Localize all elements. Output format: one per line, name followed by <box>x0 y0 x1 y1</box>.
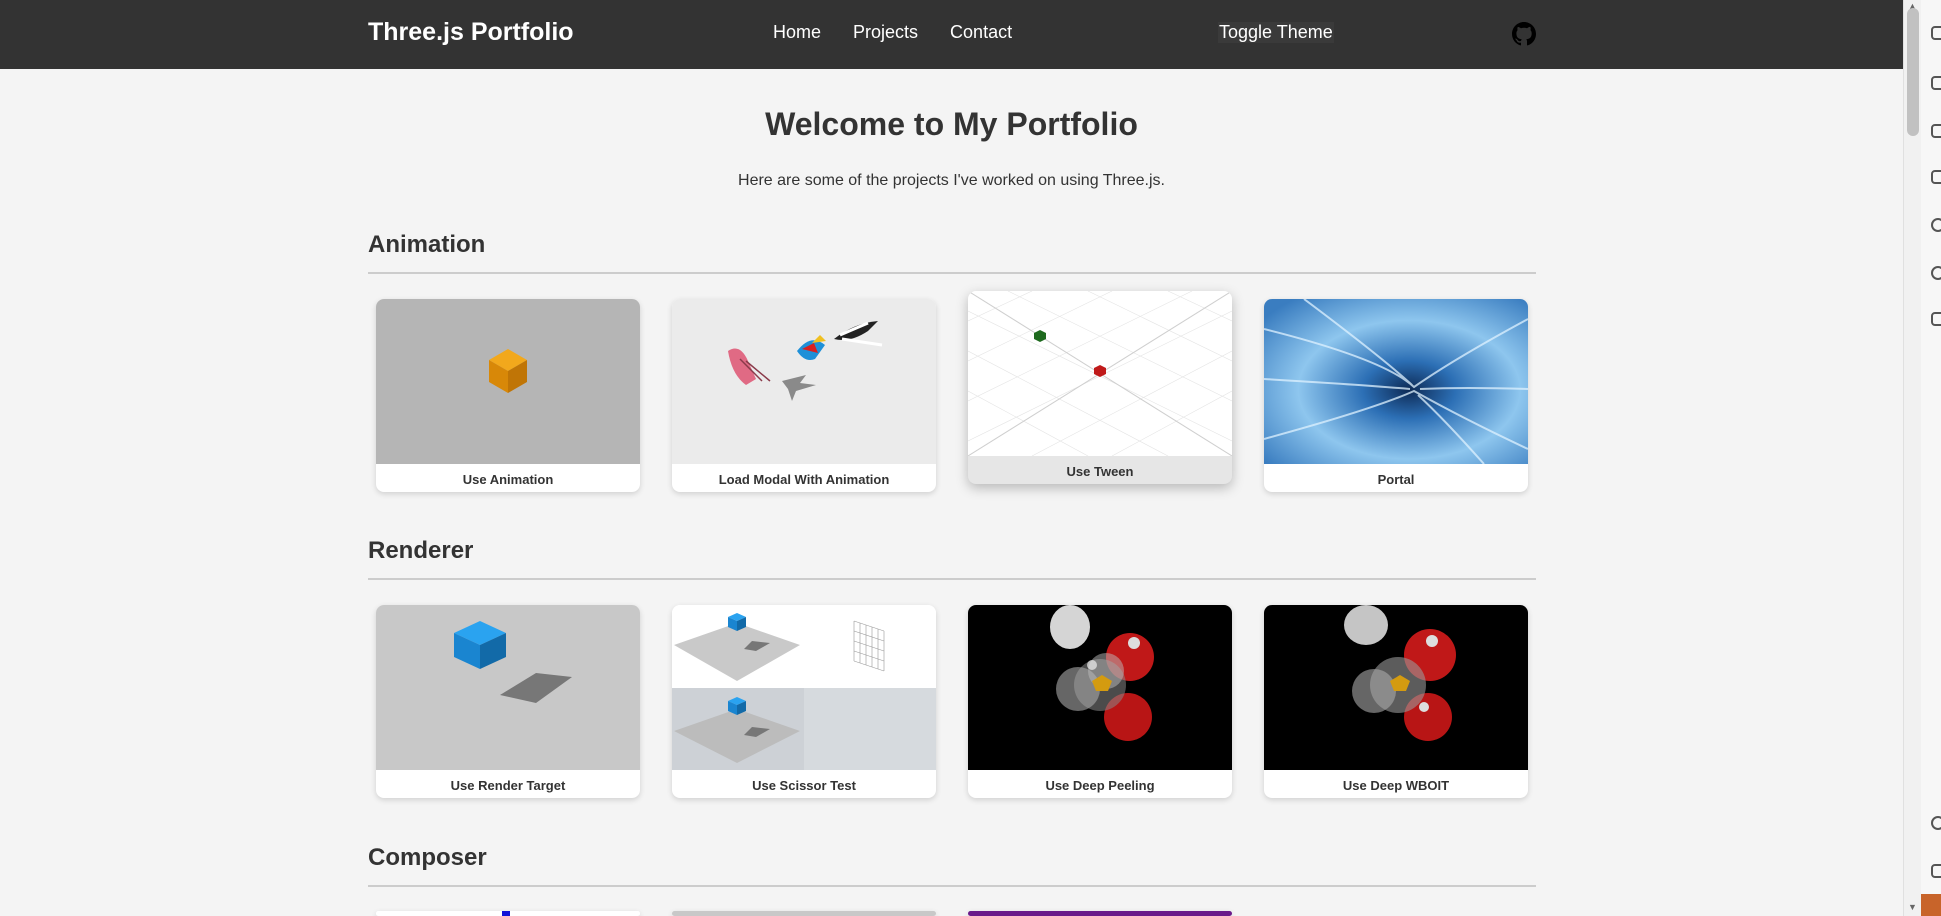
card-label: Load Modal With Animation <box>718 472 890 487</box>
toggle-theme-button[interactable]: Toggle Theme <box>1218 22 1334 43</box>
section-divider <box>368 885 1536 887</box>
section-title-renderer: Renderer <box>368 537 474 564</box>
nav-home-link[interactable]: Home <box>773 22 821 43</box>
card-label: Use Render Target <box>450 778 566 793</box>
panel-tool-icon[interactable] <box>1931 816 1941 830</box>
project-card[interactable]: Load Modal With Animation <box>672 299 936 492</box>
project-card[interactable]: Use Deep WBOIT <box>1264 605 1528 798</box>
project-card-partial[interactable] <box>376 911 640 916</box>
project-card[interactable]: Use Tween <box>968 291 1232 484</box>
scroll-down-arrow-icon[interactable]: ▼ <box>1908 902 1917 912</box>
nav-contact-link[interactable]: Contact <box>950 22 1012 43</box>
section-divider <box>368 272 1536 274</box>
project-card-partial[interactable] <box>968 911 1232 916</box>
nav-links: Home Projects Contact <box>773 22 1012 43</box>
card-thumbnail <box>968 291 1232 456</box>
card-thumbnail <box>1264 605 1528 770</box>
browser-side-panel <box>1921 0 1941 916</box>
card-label: Use Deep WBOIT <box>1342 778 1450 793</box>
card-thumbnail <box>376 605 640 770</box>
panel-tool-icon[interactable] <box>1931 312 1941 326</box>
scroll-thumb[interactable] <box>1907 8 1919 136</box>
panel-tool-icon[interactable] <box>1931 864 1941 878</box>
card-label: Portal <box>1377 472 1415 487</box>
project-card[interactable]: Use Animation <box>376 299 640 492</box>
panel-tool-icon[interactable] <box>1931 124 1941 138</box>
project-card[interactable]: Portal <box>1264 299 1528 492</box>
section-title-composer: Composer <box>368 844 487 871</box>
card-thumbnail <box>672 605 936 770</box>
panel-tool-icon[interactable] <box>1931 76 1941 90</box>
card-label: Use Animation <box>462 472 554 487</box>
card-label: Use Scissor Test <box>752 778 856 793</box>
project-card[interactable]: Use Render Target <box>376 605 640 798</box>
card-thumbnail <box>672 299 936 464</box>
page-title: Welcome to My Portfolio <box>765 106 1138 142</box>
project-card[interactable]: Use Scissor Test <box>672 605 936 798</box>
nav-projects-link[interactable]: Projects <box>853 22 918 43</box>
panel-tool-icon[interactable] <box>1931 170 1941 184</box>
card-thumbnail <box>376 911 640 916</box>
card-thumbnail <box>376 299 640 464</box>
panel-tool-icon[interactable] <box>1931 266 1941 280</box>
section-title-animation: Animation <box>368 231 486 258</box>
panel-tool-icon[interactable] <box>1931 26 1941 40</box>
project-card[interactable]: Use Deep Peeling <box>968 605 1232 798</box>
section-divider <box>368 578 1536 580</box>
card-thumbnail <box>1264 299 1528 464</box>
panel-accent <box>1921 894 1941 916</box>
panel-tool-icon[interactable] <box>1931 218 1941 232</box>
github-icon[interactable] <box>1512 22 1536 46</box>
card-thumbnail <box>968 605 1232 770</box>
brand-title[interactable]: Three.js Portfolio <box>368 18 574 47</box>
page-scrollbar[interactable]: ▲ ▼ <box>1903 0 1922 916</box>
card-thumbnail <box>968 911 1232 916</box>
project-card-partial[interactable] <box>672 911 936 916</box>
card-thumbnail <box>672 911 936 916</box>
card-label: Use Deep Peeling <box>1045 778 1155 793</box>
top-navbar: Three.js Portfolio Home Projects Contact… <box>0 0 1903 69</box>
page-subtitle: Here are some of the projects I've worke… <box>738 172 1165 189</box>
card-label: Use Tween <box>1066 464 1134 479</box>
